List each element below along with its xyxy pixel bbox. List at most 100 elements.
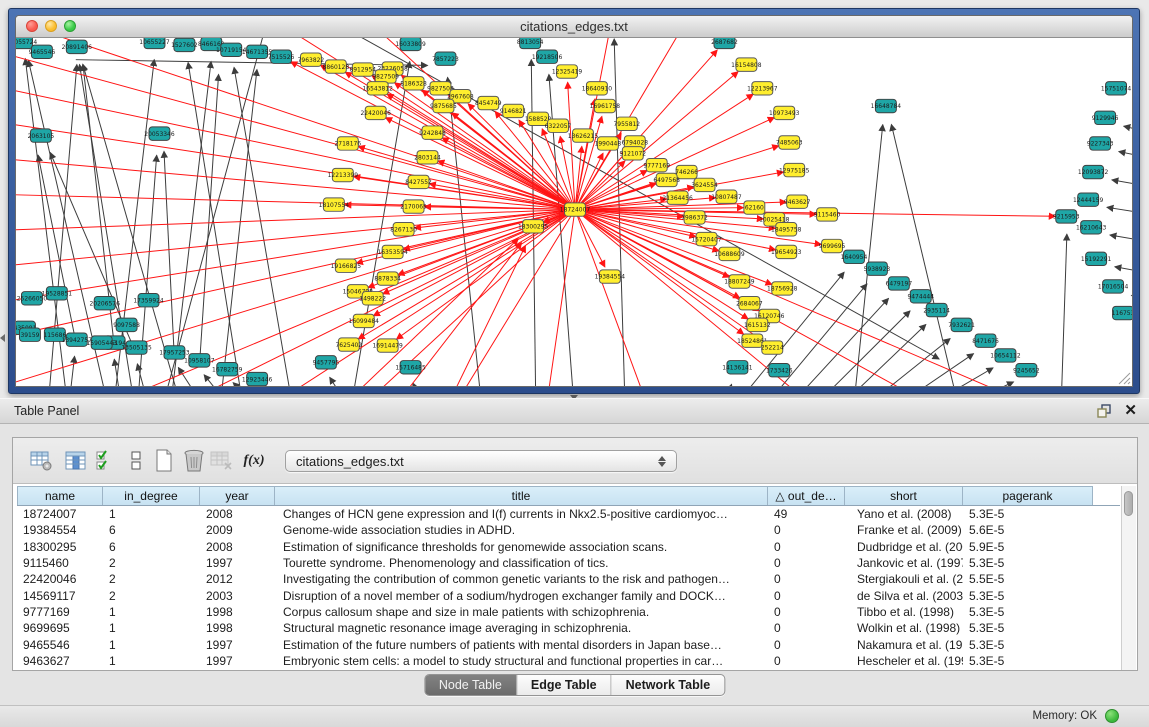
- graph-edge[interactable]: [38, 155, 77, 346]
- graph-edge[interactable]: [883, 368, 993, 386]
- table-cell: 0: [768, 588, 845, 604]
- graph-edge[interactable]: [413, 383, 435, 386]
- graph-edge[interactable]: [66, 356, 75, 386]
- table-vertical-scrollbar[interactable]: [1121, 486, 1136, 670]
- memory-status-indicator[interactable]: [1105, 709, 1119, 723]
- graph-edge[interactable]: [76, 60, 428, 66]
- table-row[interactable]: 1456911722003Disruption of a novel membe…: [17, 588, 1120, 604]
- table-cell: 0: [768, 555, 845, 571]
- collapse-left-panel-arrow[interactable]: [0, 334, 5, 342]
- table-row[interactable]: 977716911998Corpus callosum shape and si…: [17, 604, 1120, 620]
- scrollbar-thumb[interactable]: [1124, 491, 1133, 516]
- graph-edge[interactable]: [188, 63, 247, 386]
- graph-edge[interactable]: [575, 210, 963, 386]
- table-row[interactable]: 1872400712008Changes of HCN gene express…: [17, 506, 1120, 522]
- graph-edge[interactable]: [114, 359, 125, 386]
- table-row[interactable]: 946362711997Embryonic stem cells: a mode…: [17, 653, 1120, 669]
- table-cell: Wolkin et al. (1998): [845, 620, 963, 636]
- graph-node-label: 15716485: [395, 364, 426, 371]
- graph-edge[interactable]: [575, 210, 748, 320]
- graph-node-label: 16353594: [377, 249, 408, 256]
- column-header-pagerank[interactable]: pagerank: [963, 486, 1093, 505]
- close-panel-icon[interactable]: ✕: [1124, 403, 1137, 419]
- graph-node-label: 6794028: [621, 140, 648, 147]
- table-cell: Disruption of a novel member of a sodium…: [275, 588, 768, 604]
- graph-node-label: 18640910: [582, 85, 613, 92]
- graph-node-label: 39159: [20, 332, 39, 339]
- column-header-in_degree[interactable]: in_degree: [103, 486, 200, 505]
- graph-edge[interactable]: [575, 38, 614, 210]
- table-row[interactable]: 1830029562008Estimation of significance …: [17, 539, 1120, 555]
- graph-node-label: 12213967: [747, 85, 778, 92]
- graph-edge[interactable]: [908, 382, 1014, 386]
- tab-edge-table[interactable]: Edge Table: [517, 675, 612, 695]
- graph-node-label: 2684067: [736, 300, 763, 307]
- graph-edge[interactable]: [1107, 207, 1132, 214]
- table-mode-button[interactable]: [29, 448, 55, 474]
- graph-node-label: 1640954: [841, 254, 868, 261]
- table-row[interactable]: 1938455462009Genome-wide association stu…: [17, 522, 1120, 538]
- network-view-window: citations_edges.txt 18724007183002951938…: [8, 8, 1140, 394]
- table-cell: 0: [768, 571, 845, 587]
- zoom-window-button[interactable]: [64, 20, 76, 32]
- graph-edge[interactable]: [575, 210, 654, 386]
- column-header-out_de[interactable]: △ out_de…: [768, 486, 845, 505]
- tab-node-table[interactable]: Node Table: [425, 675, 517, 695]
- graph-edge[interactable]: [164, 151, 174, 359]
- graph-node-label: 8471676: [972, 338, 999, 345]
- graph-edge[interactable]: [199, 74, 218, 367]
- graph-edge[interactable]: [1112, 180, 1132, 187]
- tab-network-table[interactable]: Network Table: [612, 675, 725, 695]
- graph-edge[interactable]: [1115, 267, 1132, 274]
- graph-node-label: 9699695: [819, 243, 846, 250]
- table-cell: 2009: [200, 522, 275, 538]
- graph-edge[interactable]: [1060, 234, 1067, 386]
- resize-grip[interactable]: [1118, 372, 1131, 385]
- minimize-window-button[interactable]: [45, 20, 57, 32]
- delete-columns-button[interactable]: [181, 448, 207, 474]
- graph-node-label: 10958107: [184, 358, 215, 365]
- column-header-year[interactable]: year: [200, 486, 275, 505]
- table-container: f(x) citations_edges.txt namein_degreeye…: [12, 437, 1138, 671]
- graph-node-label: 17016504: [1098, 284, 1129, 291]
- graph-node-label: 8813054: [517, 39, 544, 46]
- close-window-button[interactable]: [26, 20, 38, 32]
- float-panel-button[interactable]: [1097, 404, 1112, 418]
- graph-node-label: 8267130: [390, 226, 417, 233]
- graph-edge[interactable]: [1110, 235, 1132, 242]
- table-row[interactable]: 946554611997Estimation of the future num…: [17, 637, 1120, 653]
- network-window-titlebar[interactable]: citations_edges.txt: [16, 16, 1132, 38]
- graph-edge[interactable]: [234, 67, 297, 386]
- graph-edge[interactable]: [1124, 126, 1132, 132]
- table-row[interactable]: 2242004622012Investigating the contribut…: [17, 571, 1120, 587]
- network-canvas-area[interactable]: 1872400718300295193845541615480812213967…: [16, 38, 1132, 386]
- row-height-button[interactable]: [123, 448, 149, 474]
- graph-edge[interactable]: [813, 325, 926, 386]
- graph-node-label: 12923446: [242, 376, 273, 383]
- function-builder-button[interactable]: f(x): [241, 448, 267, 474]
- graph-edge[interactable]: [330, 377, 365, 386]
- create-column-button[interactable]: [151, 448, 177, 474]
- graph-edge[interactable]: [858, 354, 974, 386]
- column-header-title[interactable]: title: [275, 486, 768, 505]
- graph-edge[interactable]: [1119, 152, 1132, 159]
- table-cell: 0: [768, 604, 845, 620]
- show-columns-button[interactable]: [63, 448, 89, 474]
- table-row[interactable]: 911546021997Tourette syndrome. Phenomeno…: [17, 555, 1120, 571]
- table-cell: 2008: [200, 506, 275, 522]
- graph-edge[interactable]: [714, 384, 732, 386]
- memory-status-label: Memory: OK: [1032, 710, 1097, 722]
- graph-node-label: 12444159: [1073, 197, 1104, 204]
- column-header-short[interactable]: short: [845, 486, 963, 505]
- graph-edge[interactable]: [16, 210, 575, 307]
- select-columns-button[interactable]: [93, 448, 119, 474]
- table-row[interactable]: 969969511998Structural magnetic resonanc…: [17, 620, 1120, 636]
- graph-node-label: 8454749: [475, 100, 502, 107]
- table-cell: 6: [103, 522, 200, 538]
- table-cell: 9465546: [17, 637, 103, 653]
- column-header-name[interactable]: name: [17, 486, 103, 505]
- graph-edge[interactable]: [788, 311, 910, 386]
- table-selector-dropdown[interactable]: citations_edges.txt: [285, 450, 677, 472]
- graph-edge[interactable]: [387, 94, 575, 210]
- graph-edge[interactable]: [575, 210, 776, 250]
